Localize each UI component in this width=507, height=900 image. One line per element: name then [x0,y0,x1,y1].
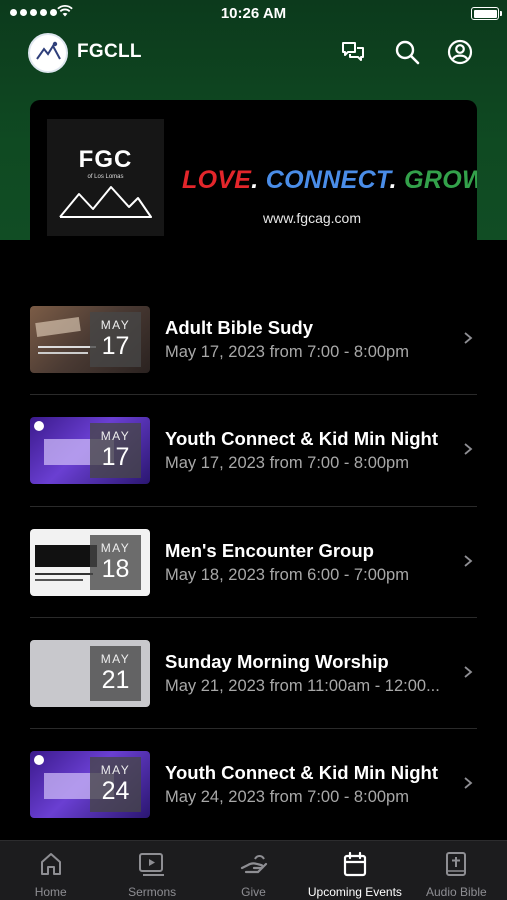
event-row[interactable]: MAY 17 Adult Bible Sudy May 17, 2023 fro… [30,284,477,396]
tab-home[interactable]: Home [0,841,101,900]
event-row[interactable]: MAY 24 Youth Connect & Kid Min Night May… [30,729,477,840]
event-thumbnail: MAY 17 [30,306,150,373]
banner-logo: FGC of Los Lomas [47,119,164,236]
church-logo-icon [31,36,65,70]
event-time: May 17, 2023 from 7:00 - 8:00pm [165,343,409,361]
event-date-badge: MAY 21 [90,645,141,701]
home-icon [0,851,101,877]
tagline-connect: CONNECT [265,166,390,194]
chat-icon[interactable] [338,37,368,67]
event-thumbnail: MAY 24 [30,751,150,819]
banner-tagline: LOVE. CONNECT. GROW. [182,166,477,195]
event-time: May 18, 2023 from 6:00 - 7:00pm [165,565,409,584]
nav-bar: FGCLL [0,30,507,76]
event-date-badge: MAY 17 [90,312,141,367]
banner-logo-text: FGC [78,146,133,173]
app-title: FGCLL [77,41,142,62]
chevron-right-icon [464,332,473,344]
tab-give[interactable]: Give [203,841,304,900]
profile-icon[interactable] [445,37,475,67]
event-date-badge: MAY 18 [90,534,141,590]
church-banner[interactable]: FGC of Los Lomas LOVE. CONNECT. GROW. ww… [30,100,477,250]
chevron-right-icon [464,777,473,789]
status-bar: 10:26 AM [0,0,507,28]
event-thumbnail: MAY 21 [30,639,150,707]
tab-audio-bible[interactable]: Audio Bible [406,841,507,900]
give-icon [203,851,304,877]
battery-icon [471,7,502,20]
status-time: 10:26 AM [220,5,287,22]
event-row[interactable]: MAY 18 Men's Encounter Group May 18, 202… [30,507,477,618]
calendar-icon [304,851,405,877]
event-title: Youth Connect & Kid Min Night [165,428,439,450]
event-title: Men's Encounter Group [165,539,374,561]
event-time: May 21, 2023 from 11:00am - 12:00... [165,676,440,695]
chevron-right-icon [464,443,473,455]
event-time: May 24, 2023 from 7:00 - 8:00pm [165,788,409,807]
event-list: MAY 17 Adult Bible Sudy May 17, 2023 fro… [30,284,477,840]
video-icon [101,851,202,877]
event-date-badge: MAY 24 [90,757,141,813]
chevron-right-icon [464,666,473,678]
event-thumbnail: MAY 17 [30,417,150,485]
tab-sermons[interactable]: Sermons [101,841,202,900]
tab-upcoming-events[interactable]: Upcoming Events [304,841,405,900]
event-date-badge: MAY 17 [90,423,141,479]
event-row[interactable]: MAY 17 Youth Connect & Kid Min Night May… [30,395,477,507]
event-title: Adult Bible Sudy [165,317,313,338]
tab-bar: Home Sermons Give Upcoming Events Audio … [0,840,507,900]
event-title: Youth Connect & Kid Min Night [165,762,439,784]
chevron-right-icon [464,554,473,567]
tagline-love: LOVE [182,166,252,194]
banner-logo-subtext: of Los Lomas [87,174,124,180]
event-thumbnail: MAY 18 [30,528,150,596]
mountains-icon [59,186,152,218]
church-logo-avatar[interactable] [28,33,68,73]
bible-icon [406,851,507,877]
search-icon[interactable] [392,37,422,67]
event-title: Sunday Morning Worship [165,650,389,672]
event-time: May 17, 2023 from 7:00 - 8:00pm [165,454,409,473]
banner-website: www.fgcag.com [262,210,362,226]
tagline-grow: GROW [404,166,477,194]
event-row[interactable]: MAY 21 Sunday Morning Worship May 21, 20… [30,618,477,730]
